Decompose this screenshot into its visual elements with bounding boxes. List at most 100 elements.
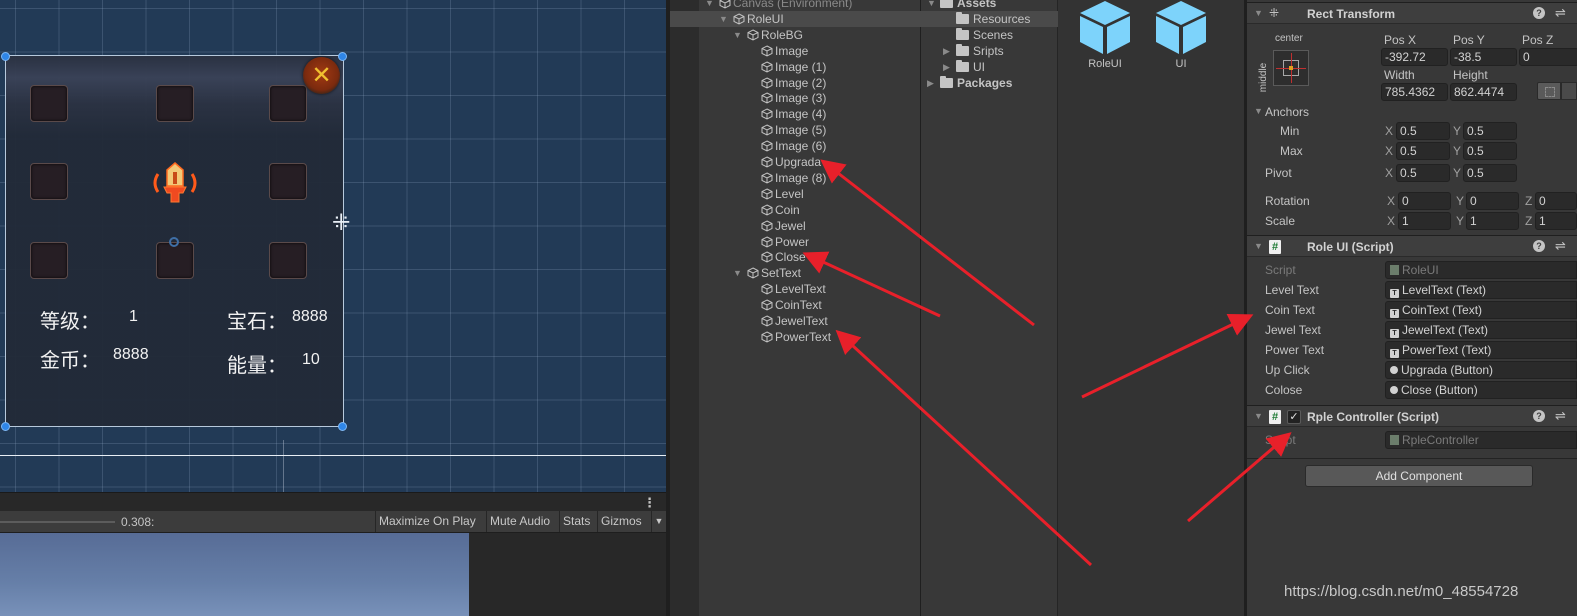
anchor-min-y-field[interactable]: 0.5 <box>1463 122 1517 140</box>
pos-z-field[interactable]: 0 <box>1519 48 1577 66</box>
hierarchy-item[interactable]: Upgrada <box>699 154 921 170</box>
hierarchy-item[interactable]: Image (3) <box>699 90 921 106</box>
add-component-button[interactable]: Add Component <box>1305 465 1533 487</box>
object-reference-field[interactable]: T JewelText (Text) <box>1385 321 1577 339</box>
expand-arrow-icon[interactable]: ▼ <box>733 27 742 43</box>
pivot-indicator[interactable] <box>169 237 179 247</box>
item-slot[interactable] <box>30 85 68 122</box>
object-reference-field[interactable]: Close (Button) <box>1385 381 1577 399</box>
collapse-arrow-icon[interactable]: ▶ <box>943 43 950 59</box>
project-folder-item[interactable]: Resources <box>921 11 1058 27</box>
hierarchy-item[interactable]: Jewel <box>699 218 921 234</box>
object-reference-field[interactable]: Upgrada (Button) <box>1385 361 1577 379</box>
fold-arrow-icon[interactable]: ▼ <box>1254 411 1263 421</box>
role-ui-script-header[interactable]: ▼ # Role UI (Script) ? ⇌ <box>1247 235 1577 257</box>
scene-view[interactable]: ✕ ⁜ 等级： 1 金币： 8888 宝石： 8888 能量： 10 <box>0 0 666 492</box>
hierarchy-item[interactable]: Coin <box>699 202 921 218</box>
hierarchy-item[interactable]: PowerText <box>699 329 921 345</box>
expand-arrow-icon[interactable]: ▼ <box>705 0 714 11</box>
anchor-max-y-field[interactable]: 0.5 <box>1463 142 1517 160</box>
hierarchy-item[interactable]: Power <box>699 234 921 250</box>
move-tool-icon[interactable]: ⁜ <box>332 212 350 234</box>
help-icon[interactable]: ? <box>1533 410 1545 422</box>
project-asset[interactable]: RoleUI <box>1075 0 1135 70</box>
item-slot[interactable] <box>269 85 307 122</box>
more-options-icon[interactable]: ⋮ <box>643 495 656 511</box>
hierarchy-item[interactable]: Image (8) <box>699 170 921 186</box>
item-slot[interactable] <box>30 242 68 279</box>
rotation-x-field[interactable]: 0 <box>1398 192 1451 210</box>
hierarchy-item[interactable]: Image (1) <box>699 59 921 75</box>
project-folder-item[interactable]: ▶ Sripts <box>921 43 1058 59</box>
gizmos-dropdown-icon[interactable]: ▼ <box>651 511 666 532</box>
game-view-render[interactable] <box>0 533 469 616</box>
project-asset[interactable]: UI <box>1151 0 1211 70</box>
mute-audio-toggle[interactable]: Mute Audio <box>486 511 553 532</box>
hierarchy-item[interactable]: JewelText <box>699 313 921 329</box>
hierarchy-item[interactable]: Image (4) <box>699 106 921 122</box>
item-slot[interactable] <box>30 163 68 200</box>
project-folder-item[interactable]: ▼ Assets <box>921 0 1058 11</box>
anchor-min-x-field[interactable]: 0.5 <box>1396 122 1450 140</box>
rect-transform-header[interactable]: ▼ ⁜ Rect Transform ? ⇌ <box>1247 2 1577 24</box>
scale-y-field[interactable]: 1 <box>1466 212 1519 230</box>
hierarchy-item[interactable]: Image (2) <box>699 75 921 91</box>
help-icon[interactable]: ? <box>1533 240 1545 252</box>
anchors-fold-icon[interactable]: ▼ <box>1254 106 1263 116</box>
project-folder-item[interactable]: ▶ Packages <box>921 75 1058 91</box>
hierarchy-item[interactable]: ▼ RoleUI <box>670 10 921 27</box>
hierarchy-item[interactable]: Image <box>699 43 921 59</box>
pos-y-field[interactable]: -38.5 <box>1450 48 1517 66</box>
item-slot[interactable] <box>269 242 307 279</box>
rect-handle-top-right[interactable] <box>338 52 347 61</box>
item-slot[interactable] <box>156 242 194 279</box>
expand-arrow-icon[interactable]: ▼ <box>719 11 728 27</box>
rect-handle-bottom-left[interactable] <box>1 422 10 431</box>
fold-arrow-icon[interactable]: ▼ <box>1254 8 1263 18</box>
presets-icon[interactable]: ⇌ <box>1555 408 1566 424</box>
anchor-presets-button[interactable] <box>1273 50 1309 86</box>
pos-x-field[interactable]: -392.72 <box>1381 48 1448 66</box>
rotation-y-field[interactable]: 0 <box>1466 192 1519 210</box>
pivot-x-field[interactable]: 0.5 <box>1396 164 1450 182</box>
maximize-on-play-toggle[interactable]: Maximize On Play <box>375 511 479 532</box>
gizmos-toggle[interactable]: Gizmos <box>597 511 645 532</box>
scale-slider[interactable] <box>0 521 115 523</box>
hierarchy-item[interactable]: ▼ RoleBG <box>699 27 921 43</box>
pivot-y-field[interactable]: 0.5 <box>1463 164 1517 182</box>
hierarchy-item[interactable]: Image (5) <box>699 122 921 138</box>
rple-controller-script-header[interactable]: ▼ # ✓ Rple Controller (Script) ? ⇌ <box>1247 405 1577 427</box>
component-enabled-checkbox[interactable]: ✓ <box>1287 410 1301 424</box>
rect-handle-top-left[interactable] <box>1 52 10 61</box>
hierarchy-item[interactable]: ▼ SetText <box>699 265 921 281</box>
raw-edit-button[interactable] <box>1561 82 1577 100</box>
fold-arrow-icon[interactable]: ▼ <box>1254 241 1263 251</box>
hierarchy-item[interactable]: CoinText <box>699 297 921 313</box>
presets-icon[interactable]: ⇌ <box>1555 5 1566 21</box>
scale-z-field[interactable]: 1 <box>1535 212 1577 230</box>
object-reference-field[interactable]: T CoinText (Text) <box>1385 301 1577 319</box>
stats-toggle[interactable]: Stats <box>559 511 593 532</box>
presets-icon[interactable]: ⇌ <box>1555 238 1566 254</box>
rect-handle-bottom-right[interactable] <box>338 422 347 431</box>
hierarchy-item[interactable]: Image (6) <box>699 138 921 154</box>
close-button[interactable]: ✕ <box>303 57 340 94</box>
hierarchy-item[interactable]: Level <box>699 186 921 202</box>
collapse-arrow-icon[interactable]: ▶ <box>943 59 950 75</box>
height-field[interactable]: 862.4474 <box>1450 83 1517 101</box>
object-reference-field[interactable]: T LevelText (Text) <box>1385 281 1577 299</box>
help-icon[interactable]: ? <box>1533 7 1545 19</box>
expand-arrow-icon[interactable]: ▼ <box>733 265 742 281</box>
hierarchy-item[interactable]: LevelText <box>699 281 921 297</box>
anchor-max-x-field[interactable]: 0.5 <box>1396 142 1450 160</box>
blueprint-mode-button[interactable] <box>1537 82 1561 100</box>
scale-x-field[interactable]: 1 <box>1398 212 1451 230</box>
width-field[interactable]: 785.4362 <box>1381 83 1448 101</box>
object-reference-field[interactable]: T PowerText (Text) <box>1385 341 1577 359</box>
expand-arrow-icon[interactable]: ▼ <box>927 0 936 11</box>
project-folder-item[interactable]: Scenes <box>921 27 1058 43</box>
hierarchy-item[interactable]: Close <box>699 249 921 265</box>
item-slot[interactable] <box>156 85 194 122</box>
collapse-arrow-icon[interactable]: ▶ <box>927 75 934 91</box>
project-folder-item[interactable]: ▶ UI <box>921 59 1058 75</box>
